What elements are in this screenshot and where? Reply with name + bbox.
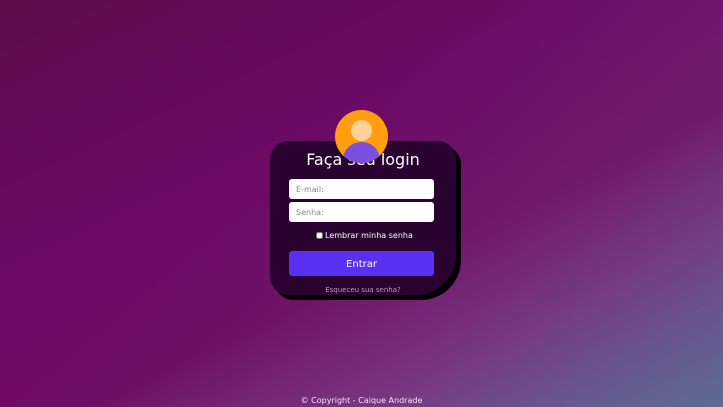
remember-label: Lembrar minha senha	[325, 231, 413, 240]
remember-checkbox[interactable]	[316, 232, 323, 239]
email-input[interactable]	[289, 179, 434, 199]
avatar-head	[351, 120, 372, 141]
avatar-body	[343, 142, 380, 163]
user-avatar-icon	[335, 110, 388, 163]
forgot-password-link[interactable]: Esqueceu sua senha?	[270, 286, 456, 294]
footer-copyright: © Copyright - Caique Andrade	[300, 396, 423, 405]
remember-password[interactable]: Lembrar minha senha	[316, 231, 413, 240]
login-button[interactable]: Entrar	[289, 251, 434, 276]
password-input[interactable]	[289, 202, 434, 222]
